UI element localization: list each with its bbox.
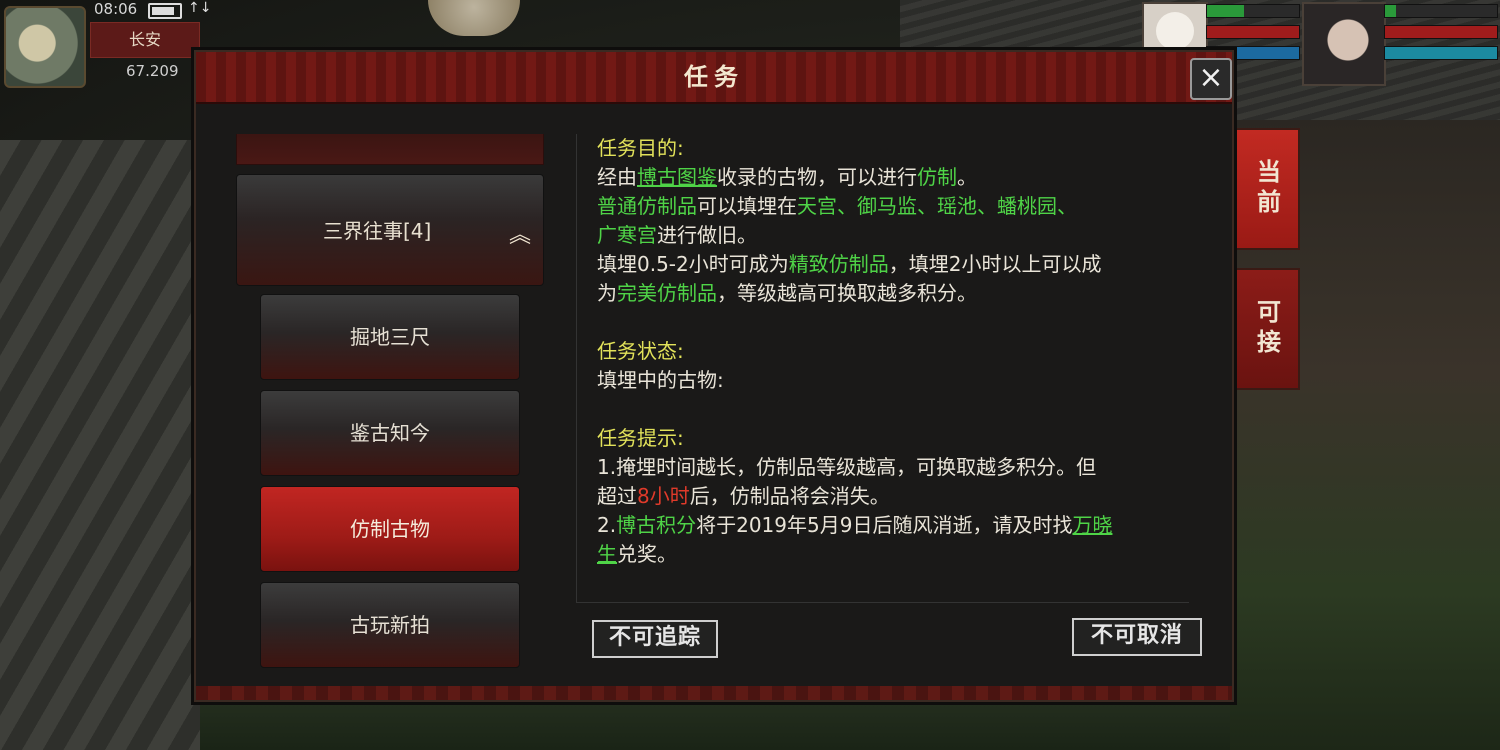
- panel-title: 任务: [684, 63, 744, 91]
- hero-portrait[interactable]: [1302, 2, 1386, 86]
- quest-item-fang-zhi-gu-wu[interactable]: 仿制古物: [260, 486, 520, 572]
- battery-icon: [148, 3, 182, 19]
- tip-line-4: 生兑奖。: [597, 542, 677, 566]
- quest-description: 任务目的: 经由博古图鉴收录的古物，可以进行仿制。 普通仿制品可以填埋在天宫、御…: [576, 134, 1189, 603]
- clock-time: 08:06: [94, 0, 138, 18]
- track-button[interactable]: 不可追踪: [592, 620, 718, 658]
- tab-current[interactable]: 当前: [1234, 128, 1300, 250]
- tips-title: 任务提示:: [597, 426, 684, 450]
- tip-line-2: 超过8小时后，仿制品将会消失。: [597, 484, 890, 508]
- goal-line-5: 为完美仿制品，等级越高可换取越多积分。: [597, 281, 977, 305]
- tip-line-3: 2.博古积分将于2019年5月9日后随风消逝，请及时找万晓: [597, 513, 1113, 537]
- goal-line-2: 普通仿制品可以填埋在天宫、御马监、瑶池、蟠桃园、: [597, 194, 1077, 218]
- category-label: 三界往事[4]: [323, 219, 432, 243]
- category-stub[interactable]: [236, 134, 544, 165]
- close-button[interactable]: ×: [1190, 58, 1232, 100]
- background-stone-floor: [0, 140, 200, 750]
- link-bogu-tujian[interactable]: 博古图鉴: [637, 165, 717, 189]
- goal-title: 任务目的:: [597, 136, 684, 160]
- cancel-quest-button[interactable]: 不可取消: [1072, 618, 1202, 656]
- tip-line-1: 1.掩埋时间越长，仿制品等级越高，可换取越多积分。但: [597, 455, 1097, 479]
- quest-item-jue-di-san-chi[interactable]: 掘地三尺: [260, 294, 520, 380]
- tab-available[interactable]: 可接: [1234, 268, 1300, 390]
- goal-line-3: 广寒宫进行做旧。: [597, 223, 757, 247]
- minimap-button[interactable]: [4, 6, 86, 88]
- link-wan-xiao-sheng[interactable]: 万晓: [1072, 513, 1112, 537]
- chevron-up-icon: ︽: [509, 223, 532, 248]
- goal-line-1: 经由博古图鉴收录的古物，可以进行仿制。: [597, 165, 977, 189]
- quest-item-gu-wan-xin-pai[interactable]: 古玩新拍: [260, 582, 520, 668]
- pet-hp-bar: [1206, 4, 1300, 18]
- signal-icon: ↑↓: [188, 0, 212, 16]
- location-coordinate: 67.209: [126, 62, 179, 80]
- location-name: 长安: [90, 22, 200, 58]
- hero-hp-bar: [1384, 4, 1498, 18]
- hero-sp-bar: [1384, 46, 1498, 60]
- status-title: 任务状态:: [597, 339, 684, 363]
- link-wan-xiao-sheng-2[interactable]: 生: [597, 542, 617, 566]
- goal-line-4: 填埋0.5-2小时可成为精致仿制品，填埋2小时以上可以成: [597, 252, 1102, 276]
- pet-mp-bar: [1206, 25, 1300, 39]
- npc-avatar[interactable]: [428, 0, 520, 36]
- quest-description-text: 任务目的: 经由博古图鉴收录的古物，可以进行仿制。 普通仿制品可以填埋在天宫、御…: [597, 134, 1187, 569]
- category-sanjie[interactable]: 三界往事[4] ︽: [236, 174, 544, 286]
- status-line-1: 填埋中的古物:: [597, 368, 724, 392]
- close-icon: ×: [1198, 60, 1224, 95]
- quest-item-jian-gu-zhi-jin[interactable]: 鉴古知今: [260, 390, 520, 476]
- hero-mp-bar: [1384, 25, 1498, 39]
- panel-bottom-decoration: [196, 686, 1232, 700]
- hero-status-bars: [1384, 4, 1498, 67]
- quest-panel: 任务 × 三界往事[4] ︽ 掘地三尺 鉴古知今 仿制古物 古玩新拍 任务目的:…: [194, 50, 1234, 702]
